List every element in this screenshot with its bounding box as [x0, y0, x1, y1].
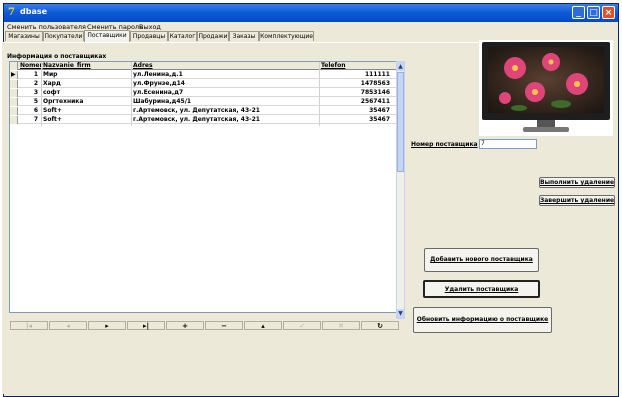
scroll-down-icon[interactable]: ▼: [397, 309, 404, 318]
table-row[interactable]: 2 Хард ул.Фрунзе,д14 1478563: [10, 80, 396, 88]
maximize-button[interactable]: □: [587, 6, 600, 19]
nav-post-button[interactable]: ✓: [283, 321, 321, 330]
tab-shops[interactable]: Магазины: [5, 31, 43, 41]
cell-adres: г.Артемовск, ул. Депутатская, 43-21: [133, 116, 260, 123]
delete-supplier-button[interactable]: Удалить поставщика: [423, 280, 540, 298]
cell-adres: ул.Ленина,д.1: [133, 71, 183, 78]
cell-telefon: 2567411: [360, 98, 390, 105]
table-row[interactable]: 7 Soft+ г.Артемовск, ул. Депутатская, 43…: [10, 116, 396, 124]
finish-delete-button[interactable]: Завершить удаление: [539, 195, 615, 206]
supplier-number-label: Номер поставщика: [411, 141, 478, 148]
tab-orders[interactable]: Заказы: [229, 31, 259, 41]
cell-nazvanie: Мир: [43, 71, 58, 78]
cell-nazvanie: Soft+: [43, 116, 62, 123]
add-supplier-button[interactable]: Добавить нового поставщика: [424, 248, 539, 272]
nav-first-button[interactable]: |◂: [10, 321, 48, 330]
col-adres[interactable]: Adres: [133, 62, 153, 70]
suppliers-grid[interactable]: Nomer Nazvanie_firm Adres Telefon ▶ 1 Ми…: [9, 61, 397, 313]
tab-components[interactable]: Комплектующие: [259, 31, 314, 41]
cell-telefon: 111111: [364, 71, 390, 78]
nav-cancel-button[interactable]: ✕: [322, 321, 360, 330]
row-indicator: [10, 89, 18, 97]
cell-nomer: 5: [33, 98, 38, 105]
header-indicator: [10, 62, 18, 70]
row-indicator: [10, 98, 18, 106]
nav-insert-button[interactable]: +: [166, 321, 204, 330]
cell-telefon: 7853146: [360, 89, 390, 96]
cell-nomer: 6: [33, 107, 38, 114]
cell-adres: ул.Есенина,д7: [133, 89, 184, 96]
cell-nazvanie: Хард: [43, 80, 61, 87]
cell-adres: г.Артемовск, ул. Депутатская, 43-21: [133, 107, 260, 114]
cell-nomer: 1: [33, 71, 38, 78]
cell-nomer: 2: [33, 80, 38, 87]
tab-sellers[interactable]: Продавцы: [130, 31, 168, 41]
nav-next-button[interactable]: ▸: [88, 321, 126, 330]
monitor-image: [479, 40, 613, 136]
current-row-arrow-icon: ▶: [11, 71, 16, 78]
cell-adres: ул.Фрунзе,д14: [133, 80, 185, 87]
tab-customers[interactable]: Покупатели: [43, 31, 84, 41]
table-row[interactable]: 5 Оргтехника Шабурина,д45/1 2567411: [10, 98, 396, 106]
table-row[interactable]: ▶ 1 Мир ул.Ленина,д.1 111111: [10, 71, 396, 79]
nav-last-button[interactable]: ▸|: [127, 321, 165, 330]
scroll-up-icon[interactable]: ▲: [397, 62, 404, 71]
cell-telefon: 35467: [369, 116, 390, 123]
table-row[interactable]: 6 Soft+ г.Артемовск, ул. Депутатская, 43…: [10, 107, 396, 115]
close-button[interactable]: ×: [602, 6, 615, 19]
cell-nazvanie: Soft+: [43, 107, 62, 114]
cell-nomer: 7: [33, 116, 38, 123]
cell-telefon: 1478563: [360, 80, 390, 87]
menu-exit[interactable]: Выход: [139, 23, 161, 31]
app-icon: 7: [8, 7, 15, 18]
cell-telefon: 35467: [369, 107, 390, 114]
col-nazvanie[interactable]: Nazvanie_firm: [43, 62, 91, 70]
row-indicator: [10, 80, 18, 88]
db-navigator: |◂ ◂ ▸ ▸| + − ▴ ✓ ✕ ↻: [10, 321, 405, 330]
row-indicator: [10, 107, 18, 115]
execute-delete-button[interactable]: Выполнить удаление: [539, 177, 615, 188]
grid-scrollbar[interactable]: ▲ ▼: [396, 61, 405, 319]
cell-nazvanie: софт: [43, 89, 61, 96]
col-telefon[interactable]: Telefon: [321, 62, 346, 70]
title-bar: 7 dbase _ □ ×: [4, 4, 618, 22]
nav-refresh-button[interactable]: ↻: [361, 321, 399, 330]
tab-suppliers[interactable]: Поставщики: [84, 30, 130, 42]
tab-catalog[interactable]: Каталог: [168, 31, 197, 41]
grid-header: Nomer Nazvanie_firm Adres Telefon: [10, 62, 396, 70]
cell-adres: Шабурина,д45/1: [133, 98, 192, 105]
tab-sales[interactable]: Продажи: [197, 31, 229, 41]
scroll-thumb[interactable]: [397, 72, 404, 172]
row-indicator: [10, 116, 18, 124]
table-row[interactable]: 3 софт ул.Есенина,д7 7853146: [10, 89, 396, 97]
nav-edit-button[interactable]: ▴: [244, 321, 282, 330]
minimize-button[interactable]: _: [572, 6, 585, 19]
supplier-number-input[interactable]: 7: [479, 139, 537, 149]
nav-delete-button[interactable]: −: [205, 321, 243, 330]
menu-change-user[interactable]: Сменить пользователя: [7, 23, 86, 31]
col-nomer[interactable]: Nomer: [20, 62, 42, 70]
row-indicator: ▶: [10, 71, 18, 79]
cell-nomer: 3: [33, 89, 38, 96]
nav-prior-button[interactable]: ◂: [49, 321, 87, 330]
section-title: Информация о поставщиках: [7, 53, 107, 60]
update-supplier-button[interactable]: Обновить информацию о поставщике: [413, 307, 552, 333]
window-title: dbase: [20, 7, 48, 16]
cell-nazvanie: Оргтехника: [43, 98, 84, 105]
